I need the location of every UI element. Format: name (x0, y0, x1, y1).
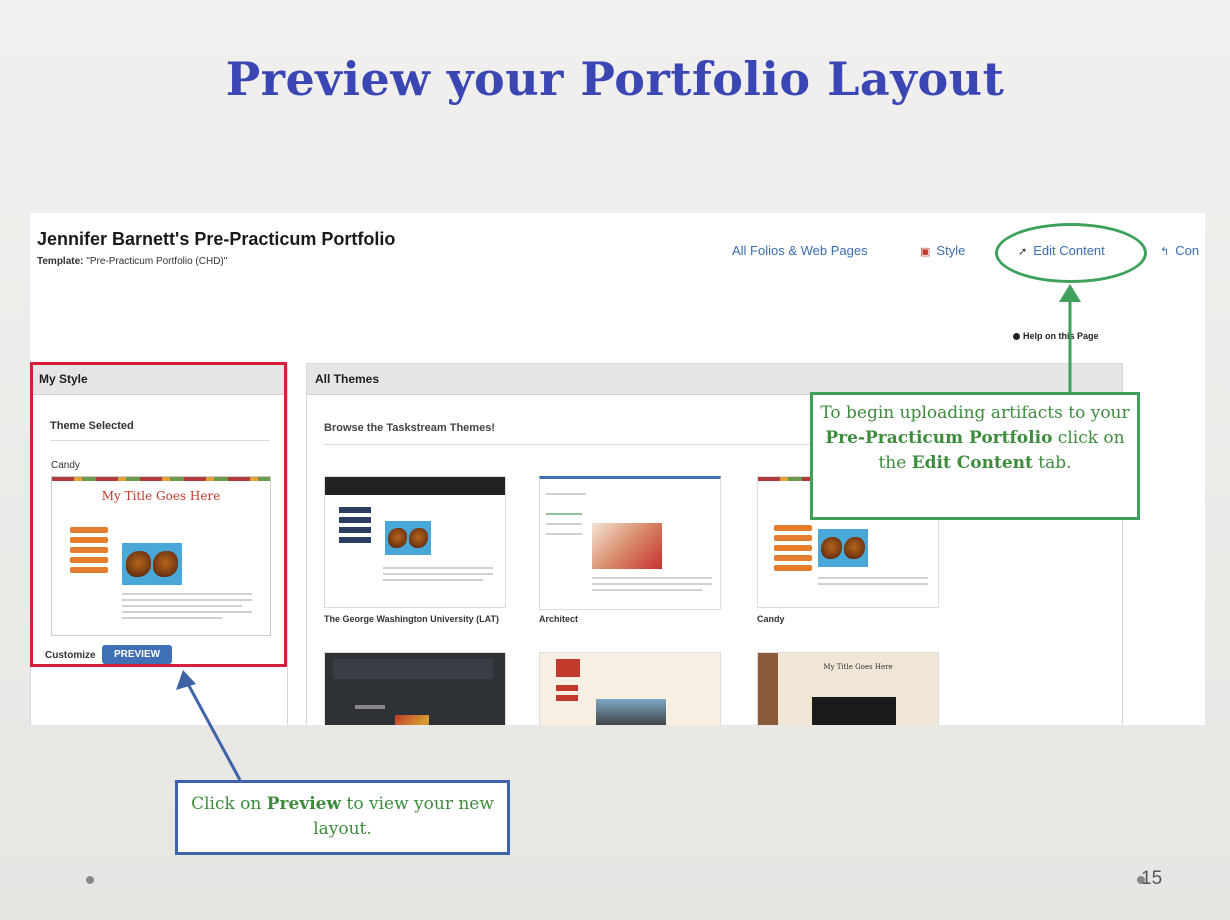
callout-text: to view your new layout. (313, 794, 494, 839)
slide: Preview your Portfolio Layout Jennifer B… (0, 0, 1230, 920)
callout-text: Click on (191, 794, 267, 814)
callout-text: tab. (1032, 453, 1072, 473)
edit-content-callout: To begin uploading artifacts to your Pre… (810, 392, 1140, 520)
green-arrow (1059, 284, 1081, 392)
callout-bold: Edit Content (911, 453, 1033, 473)
page-number: 15 (1141, 868, 1163, 889)
preview-callout: Click on Preview to view your new layout… (175, 780, 510, 855)
blue-arrow (176, 670, 242, 781)
callout-bold: Preview (266, 794, 342, 814)
callout-bold: Pre-Practicum Portfolio (825, 428, 1053, 448)
slide-bullet (86, 876, 94, 884)
callout-text: To begin uploading artifacts to your (820, 403, 1130, 423)
